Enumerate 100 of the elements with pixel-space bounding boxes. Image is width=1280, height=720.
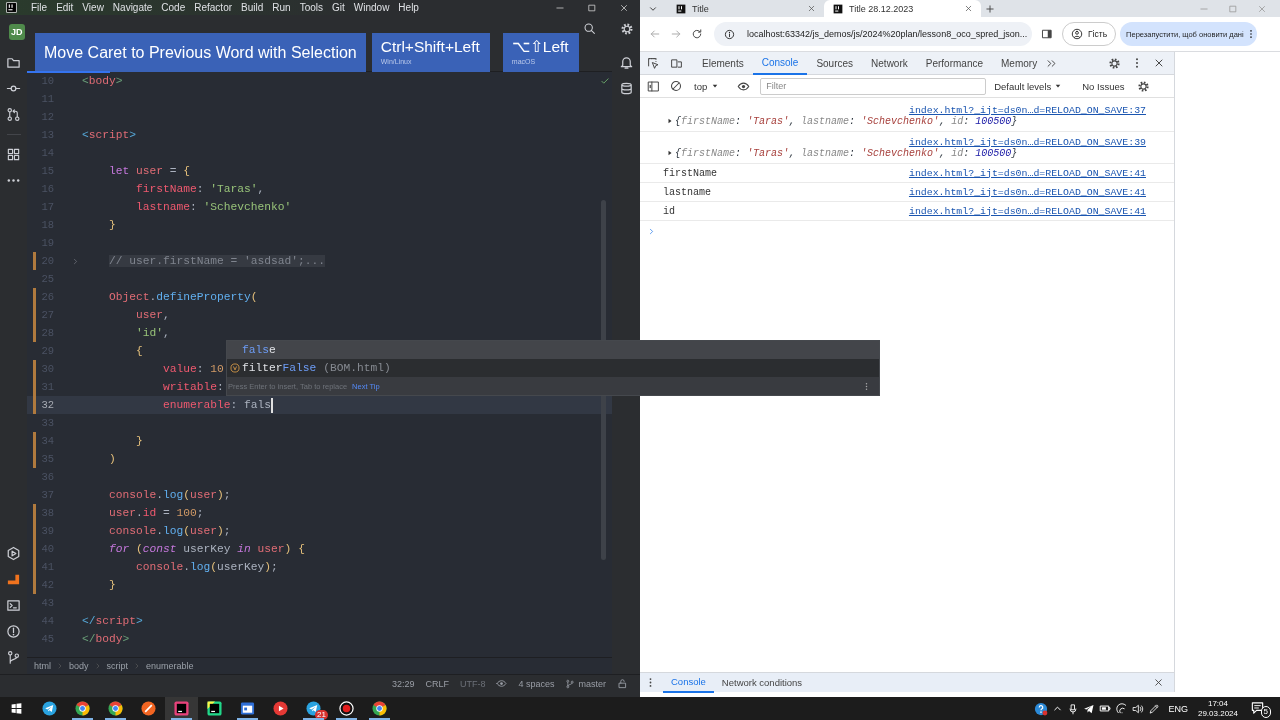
inspect-icon[interactable] [647, 56, 660, 70]
battery-icon[interactable] [1099, 702, 1113, 715]
breadcrumb-item[interactable]: html [34, 661, 51, 671]
pen-icon[interactable] [1148, 702, 1161, 715]
menu-item[interactable]: Navigate [112, 2, 153, 13]
devtools-tab[interactable]: Sources [807, 51, 863, 75]
context-select[interactable]: top [694, 80, 720, 92]
menu-item[interactable]: File [31, 2, 48, 13]
more-tabs-icon[interactable] [1046, 57, 1058, 69]
shortcut-keys: ⌥⇧Left [511, 37, 569, 57]
clear-icon[interactable] [670, 80, 682, 92]
drawer-tab[interactable]: Console [663, 672, 714, 693]
source-link[interactable]: index.html?_ijt=ds0n…d=RELOAD_ON_SAVE:41 [908, 167, 1146, 179]
menu-item[interactable]: Code [161, 2, 186, 13]
levels-dropdown[interactable]: Default levels [994, 80, 1063, 92]
taskbar-button[interactable] [165, 697, 198, 720]
lock-icon[interactable] [617, 678, 628, 689]
sidebar-icon[interactable] [647, 79, 660, 93]
eye-icon[interactable] [496, 678, 508, 689]
folder-icon[interactable] [6, 55, 21, 70]
settings-icon[interactable] [1108, 56, 1121, 70]
source-link[interactable]: index.html?_ijt=ds0n…d=RELOAD_ON_SAVE:41 [908, 186, 1146, 198]
settings-icon[interactable] [1136, 79, 1150, 93]
app-logo-icon[interactable] [6, 2, 17, 13]
close-icon[interactable] [1153, 677, 1164, 688]
close-icon[interactable] [619, 2, 629, 13]
source-link[interactable]: index.html?_ijt=ds0n…d=RELOAD_ON_SAVE:41 [908, 205, 1146, 217]
paper-plane-icon[interactable] [1083, 702, 1096, 715]
menu-item[interactable]: Help [398, 2, 419, 13]
sidebar-icon[interactable] [1041, 28, 1053, 40]
menu-item[interactable]: Run [272, 2, 291, 13]
object-preview[interactable]: {firstName: 'Taras', lastname: 'Schevchenko', id: 100500} [675, 115, 1018, 127]
menu-item[interactable]: Edit [56, 2, 74, 13]
problems-icon[interactable] [6, 624, 21, 639]
page-icon [833, 3, 843, 14]
project-badge[interactable]: JD [9, 24, 25, 40]
breadcrumb-item[interactable]: enumerable [146, 661, 194, 671]
log-text: id [663, 205, 675, 217]
eye-icon[interactable] [737, 79, 751, 93]
devtools-tab[interactable]: Performance [916, 51, 992, 75]
branch-widget[interactable]: master [565, 678, 606, 690]
browser-tab[interactable]: Title 28.12.2023 [824, 0, 981, 17]
wifi-icon[interactable] [1116, 702, 1129, 715]
menu-item[interactable]: Tools [299, 2, 323, 13]
bell-icon[interactable] [618, 55, 634, 70]
menu-item[interactable]: View [82, 2, 104, 13]
drawer-tab[interactable]: Network conditions [713, 672, 811, 693]
menu-item[interactable]: Git [332, 2, 345, 13]
browser-tab[interactable]: Title [667, 0, 824, 17]
maximize-icon[interactable] [587, 2, 597, 13]
completion-item[interactable]: filterFalse (BOM.html) [227, 359, 879, 377]
help-icon[interactable] [1034, 701, 1049, 716]
close-icon[interactable] [1153, 57, 1165, 69]
source-link[interactable]: index.html?_ijt=ds0n…d=RELOAD_ON_SAVE:37 [908, 104, 1146, 116]
code-line: <body> [82, 75, 123, 87]
code-line: value: 10 [163, 363, 224, 375]
devtools-tab[interactable]: Console [752, 51, 808, 75]
caret-icon [711, 82, 720, 90]
block-icon[interactable] [6, 572, 21, 587]
pull-request-icon[interactable] [6, 107, 21, 122]
structure-icon[interactable] [6, 147, 21, 162]
source-link[interactable]: index.html?_ijt=ds0n…d=RELOAD_ON_SAVE:39 [908, 136, 1146, 148]
devtools-tab[interactable]: Elements [693, 51, 753, 75]
taskbar-button[interactable]: 21 [297, 697, 330, 720]
microphone-icon[interactable] [1067, 702, 1080, 715]
plus-icon[interactable] [985, 3, 995, 14]
expand-triangle-icon[interactable] [666, 149, 674, 157]
expand-triangle-icon[interactable] [666, 117, 674, 125]
filter-field[interactable]: Filter [760, 77, 987, 95]
code-line: user, [136, 309, 170, 321]
clock[interactable]: 17:04 29.03.2024 [1197, 698, 1238, 719]
language-indicator[interactable]: ENG [1168, 703, 1188, 714]
reload-icon[interactable] [691, 28, 703, 40]
code-line: lastname: 'Schevchenko' [136, 201, 292, 213]
completion-item[interactable]: false [227, 341, 879, 359]
app-icon [75, 701, 90, 716]
database-icon[interactable] [618, 81, 634, 96]
notifications-button[interactable]: 5 [1250, 699, 1271, 718]
search-icon[interactable] [583, 22, 596, 35]
device-icon[interactable] [670, 56, 683, 70]
object-preview[interactable]: {firstName: 'Taras', lastname: 'Schevchenko', id: 100500} [675, 147, 1018, 159]
run-icon[interactable] [6, 546, 21, 561]
breadcrumb-item[interactable]: script [106, 661, 129, 671]
address-field[interactable]: localhost:63342/js_demos/js/2024%20plan/lesson8_oco_spred_json... [714, 22, 1032, 46]
devtools-tab[interactable]: Memory [992, 51, 1047, 75]
line-separator[interactable]: CRLF [425, 678, 449, 690]
menu-item[interactable]: Refactor [194, 2, 233, 13]
close-icon[interactable] [964, 4, 973, 13]
menu-item[interactable]: Build [241, 2, 264, 13]
speaker-icon[interactable] [1132, 702, 1145, 715]
terminal-icon[interactable] [6, 598, 21, 613]
breadcrumb-item[interactable]: body [69, 661, 89, 671]
code-line: for (const userKey in user) { [109, 543, 305, 555]
cursor-position[interactable]: 32:29 [391, 678, 415, 690]
menu-item[interactable]: Window [353, 2, 390, 13]
log-text: firstName [663, 167, 717, 179]
git-icon[interactable] [6, 650, 21, 665]
shortcut-keys: Ctrl+Shift+Left [380, 37, 480, 57]
devtools-tab[interactable]: Network [862, 51, 917, 75]
indent-setting[interactable]: 4 spaces [518, 678, 555, 690]
